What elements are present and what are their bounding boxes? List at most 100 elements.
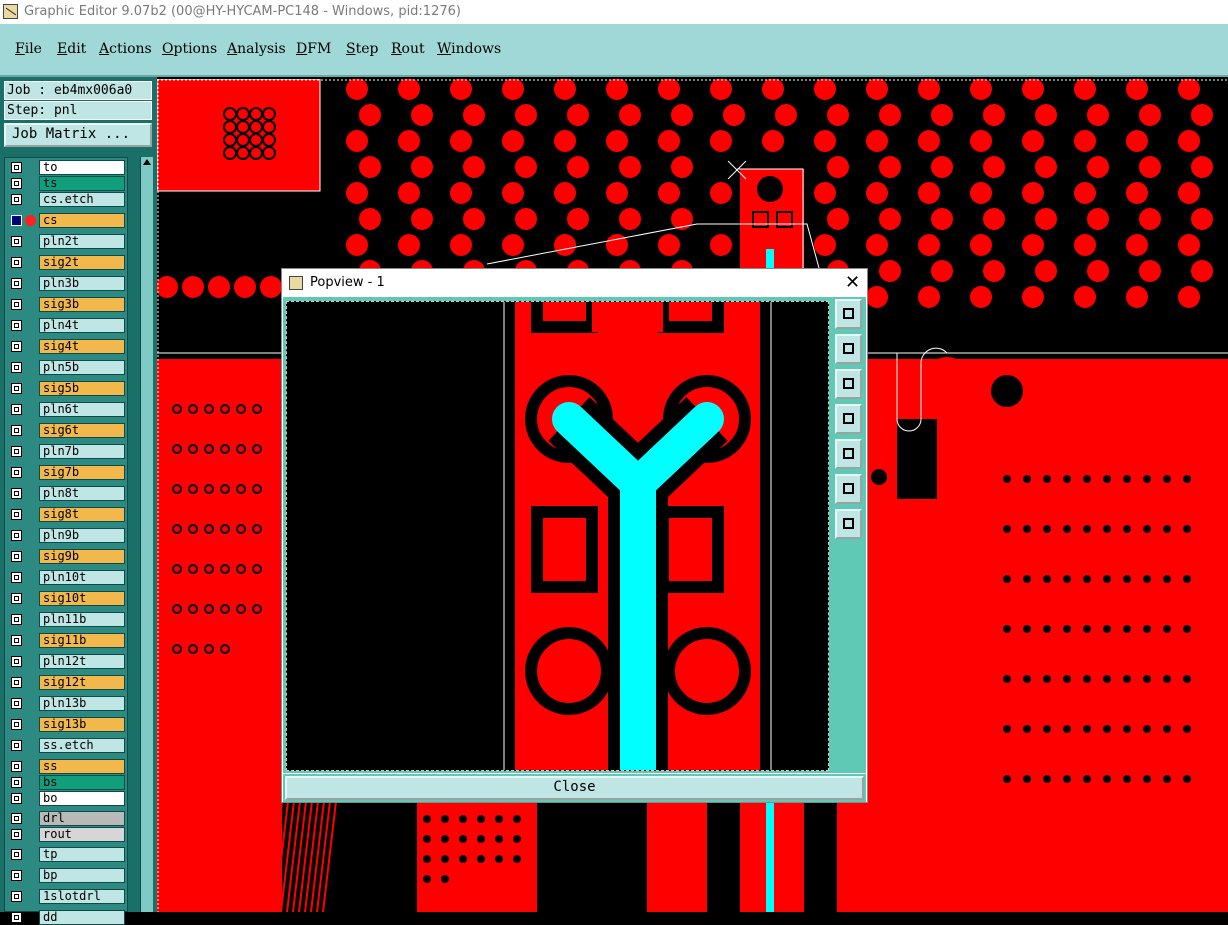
- menu-rout[interactable]: Rout: [391, 41, 425, 57]
- layer-row-to[interactable]: to: [7, 160, 127, 175]
- layer-name[interactable]: pln4t: [39, 318, 125, 333]
- layer-checkbox[interactable]: [11, 635, 22, 646]
- pan-right-icon[interactable]: [835, 439, 862, 469]
- layer-row-dd[interactable]: dd: [7, 910, 127, 925]
- layer-checkbox[interactable]: [11, 194, 22, 205]
- layer-checkbox[interactable]: [11, 813, 22, 824]
- layer-name[interactable]: pln11b: [39, 612, 125, 627]
- layer-checkbox[interactable]: [11, 719, 22, 730]
- layer-checkbox[interactable]: [11, 162, 22, 173]
- layer-checkbox[interactable]: [11, 278, 22, 289]
- layer-checkbox[interactable]: [11, 257, 22, 268]
- layer-checkbox[interactable]: [11, 656, 22, 667]
- layer-checkbox[interactable]: [11, 467, 22, 478]
- layer-row-rout[interactable]: rout: [7, 827, 127, 842]
- layer-checkbox[interactable]: [11, 404, 22, 415]
- layer-row-1slotdrl[interactable]: 1slotdrl: [7, 889, 127, 904]
- layer-row-sig2t[interactable]: sig2t: [7, 255, 127, 270]
- layer-name[interactable]: sig5b: [39, 381, 125, 396]
- pan-up-icon[interactable]: [835, 334, 862, 364]
- layer-checkbox[interactable]: [11, 698, 22, 709]
- layer-row-sig5b[interactable]: sig5b: [7, 381, 127, 396]
- layer-checkbox[interactable]: [11, 777, 22, 788]
- menu-windows[interactable]: Windows: [437, 41, 501, 57]
- layer-row-sig3b[interactable]: sig3b: [7, 297, 127, 312]
- layer-checkbox[interactable]: [11, 677, 22, 688]
- layer-name[interactable]: sig12t: [39, 675, 125, 690]
- layer-name[interactable]: sig6t: [39, 423, 125, 438]
- layer-checkbox[interactable]: [11, 849, 22, 860]
- layer-checkbox[interactable]: [11, 891, 22, 902]
- layer-checkbox[interactable]: [11, 740, 22, 751]
- menu-dfm[interactable]: DFM: [296, 41, 331, 57]
- layer-name[interactable]: sig3b: [39, 297, 125, 312]
- layer-row-pln11b[interactable]: pln11b: [7, 612, 127, 627]
- layer-row-pln2t[interactable]: pln2t: [7, 234, 127, 249]
- layer-name[interactable]: sig10t: [39, 591, 125, 606]
- layer-name[interactable]: dd: [39, 910, 125, 925]
- layer-row-sig8t[interactable]: sig8t: [7, 507, 127, 522]
- layer-name[interactable]: pln5b: [39, 360, 125, 375]
- layer-checkbox[interactable]: [11, 383, 22, 394]
- layer-checkbox[interactable]: [11, 362, 22, 373]
- layer-row-ss[interactable]: ss: [7, 759, 127, 774]
- layer-name[interactable]: sig13b: [39, 717, 125, 732]
- layer-row-sig7b[interactable]: sig7b: [7, 465, 127, 480]
- layer-row-pln9b[interactable]: pln9b: [7, 528, 127, 543]
- layer-row-pln5b[interactable]: pln5b: [7, 360, 127, 375]
- layer-name[interactable]: ss: [39, 759, 125, 774]
- layer-row-sig6t[interactable]: sig6t: [7, 423, 127, 438]
- layer-checkbox[interactable]: [11, 488, 22, 499]
- job-matrix-button[interactable]: Job Matrix ...: [4, 123, 152, 147]
- layer-name[interactable]: pln3b: [39, 276, 125, 291]
- layer-row-sig11b[interactable]: sig11b: [7, 633, 127, 648]
- layer-name[interactable]: sig4t: [39, 339, 125, 354]
- layer-name[interactable]: pln8t: [39, 486, 125, 501]
- layer-name[interactable]: cs: [39, 213, 125, 228]
- layer-name[interactable]: to: [39, 160, 125, 175]
- layer-checkbox[interactable]: [11, 593, 22, 604]
- layer-checkbox[interactable]: [11, 509, 22, 520]
- layer-checkbox[interactable]: [11, 446, 22, 457]
- layer-row-cs[interactable]: cs: [7, 213, 127, 228]
- layer-checkbox[interactable]: [11, 761, 22, 772]
- layer-name[interactable]: sig2t: [39, 255, 125, 270]
- layer-name[interactable]: pln12t: [39, 654, 125, 669]
- layer-name[interactable]: pln13b: [39, 696, 125, 711]
- menu-step[interactable]: Step: [346, 41, 378, 57]
- layer-row-ts[interactable]: ts: [7, 176, 127, 191]
- menu-actions[interactable]: Actions: [99, 41, 152, 57]
- layer-row-sig9b[interactable]: sig9b: [7, 549, 127, 564]
- popview-titlebar[interactable]: Popview - 1 ✕: [282, 269, 867, 297]
- layer-name[interactable]: bo: [39, 791, 125, 806]
- menu-file[interactable]: File: [15, 41, 42, 57]
- layer-checkbox[interactable]: [11, 320, 22, 331]
- layer-checkbox[interactable]: [11, 870, 22, 881]
- zoom-out-icon[interactable]: [835, 474, 862, 504]
- layer-row-bp[interactable]: bp: [7, 868, 127, 883]
- close-button[interactable]: Close: [285, 776, 864, 800]
- layer-name[interactable]: ss.etch: [39, 738, 125, 753]
- layer-checkbox[interactable]: [11, 912, 22, 923]
- layer-name[interactable]: cs.etch: [39, 192, 125, 207]
- layer-list-scrollbar[interactable]: [140, 157, 153, 912]
- pan-down-icon[interactable]: [835, 369, 862, 399]
- layer-checkbox[interactable]: [11, 215, 22, 226]
- layer-row-pln13b[interactable]: pln13b: [7, 696, 127, 711]
- layer-checkbox[interactable]: [11, 829, 22, 840]
- layer-row-cs.etch[interactable]: cs.etch: [7, 192, 127, 207]
- layer-name[interactable]: pln10t: [39, 570, 125, 585]
- layer-checkbox[interactable]: [11, 551, 22, 562]
- menu-analysis[interactable]: Analysis: [227, 41, 286, 57]
- layer-checkbox[interactable]: [11, 425, 22, 436]
- layer-row-ss.etch[interactable]: ss.etch: [7, 738, 127, 753]
- zoom-in-icon[interactable]: [835, 509, 862, 539]
- layer-row-pln3b[interactable]: pln3b: [7, 276, 127, 291]
- layer-name[interactable]: rout: [39, 827, 125, 842]
- layer-name[interactable]: pln9b: [39, 528, 125, 543]
- layer-name[interactable]: ts: [39, 176, 125, 191]
- layer-checkbox[interactable]: [11, 530, 22, 541]
- layer-checkbox[interactable]: [11, 572, 22, 583]
- pan-left-icon[interactable]: [835, 404, 862, 434]
- popview-viewport[interactable]: [286, 301, 829, 771]
